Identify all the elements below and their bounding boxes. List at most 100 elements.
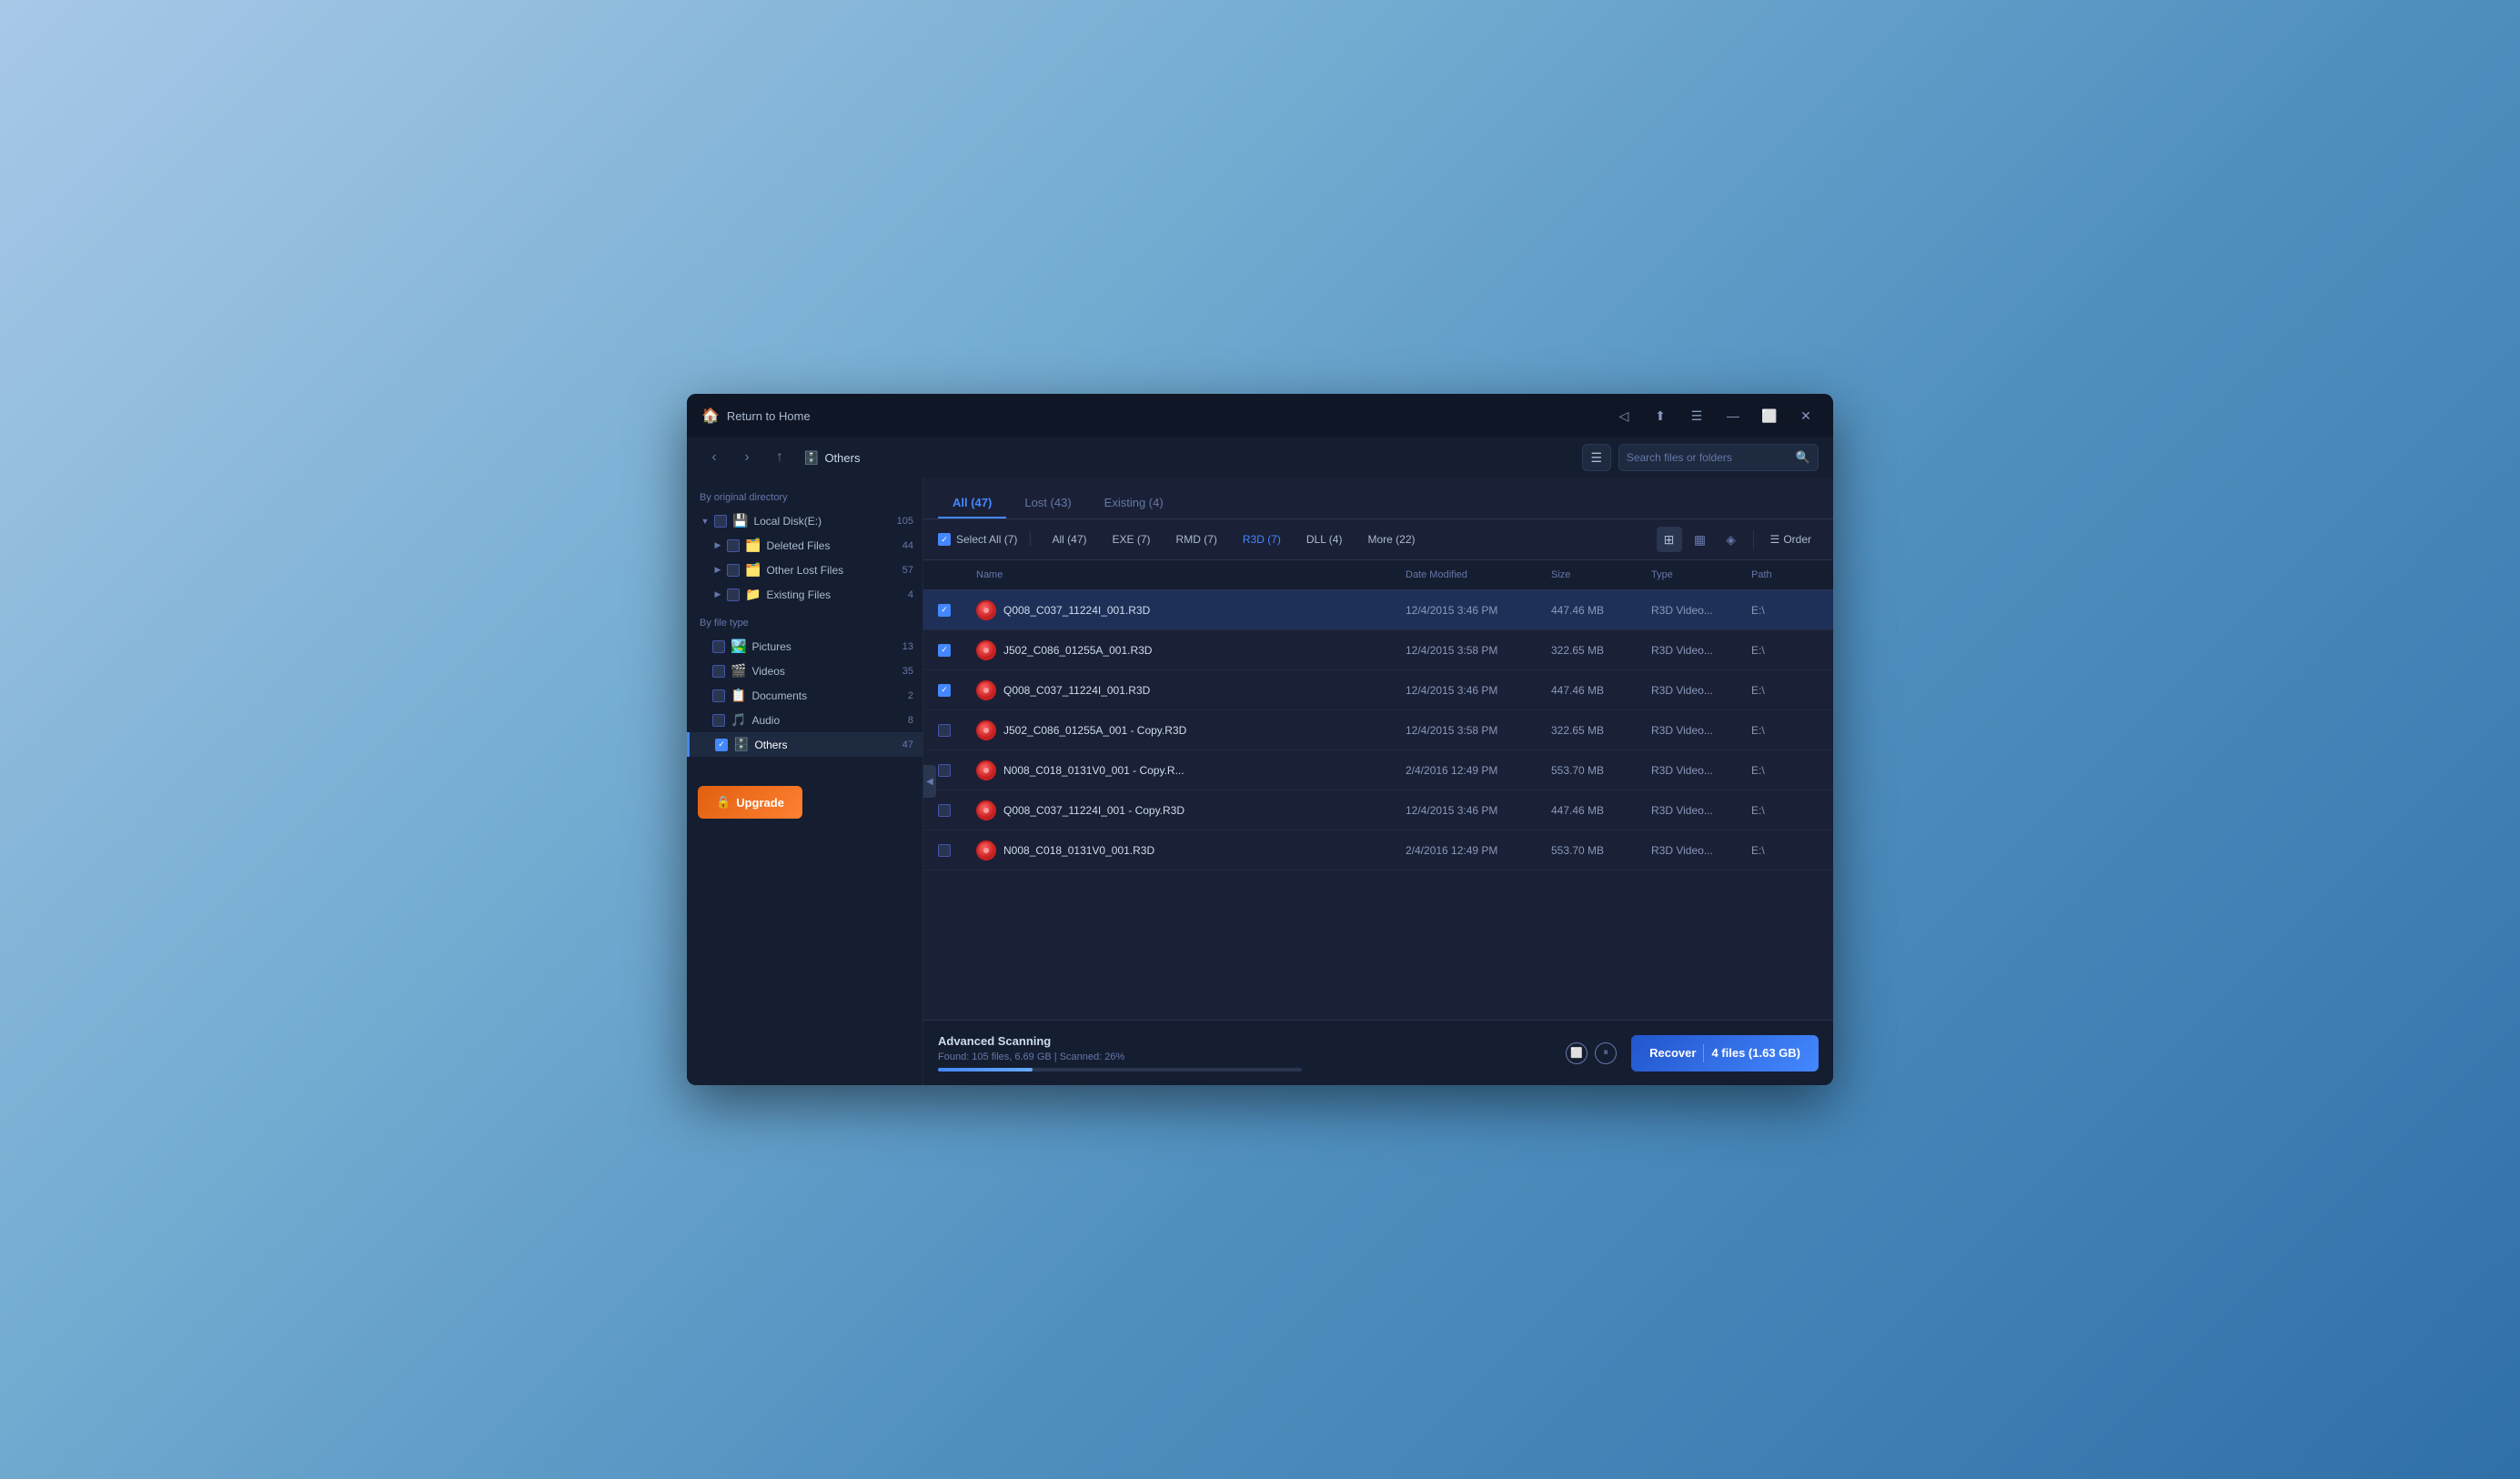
row-type-2: R3D Video... xyxy=(1646,640,1746,660)
expand-arrow-existing: ▶ xyxy=(712,589,723,600)
checkbox-documents[interactable] xyxy=(712,689,725,702)
filter-rmd-btn[interactable]: RMD (7) xyxy=(1167,529,1226,549)
checkbox-other-lost[interactable] xyxy=(727,564,740,577)
table-row[interactable]: Q008_C037_11224I_001.R3D 12/4/2015 3:46 … xyxy=(923,670,1833,710)
existing-icon: 📁 xyxy=(745,587,761,602)
tab-bar: All (47) Lost (43) Existing (4) xyxy=(923,478,1833,519)
sidebar-item-deleted-files[interactable]: ▶ 🗂️ Deleted Files 44 xyxy=(687,533,922,558)
table-row[interactable]: J502_C086_01255A_001.R3D 12/4/2015 3:58 … xyxy=(923,630,1833,670)
nav-location: 🗄️ Others xyxy=(803,450,1575,466)
row-size-6: 447.46 MB xyxy=(1546,800,1646,820)
row-name-3: Q008_C037_11224I_001.R3D xyxy=(971,677,1400,704)
videos-label: Videos xyxy=(751,665,894,678)
menu-icon-btn[interactable]: ☰ xyxy=(1684,403,1709,428)
file-icon-2 xyxy=(976,640,996,660)
filter-more-btn[interactable]: More (22) xyxy=(1358,529,1424,549)
filter-all-btn[interactable]: All (47) xyxy=(1043,529,1096,549)
deleted-files-icon: 🗂️ xyxy=(745,538,761,553)
select-all-control[interactable]: ✓ Select All (7) xyxy=(938,533,1017,546)
scan-stop-btn[interactable]: ⬜ xyxy=(1566,1042,1588,1064)
pictures-label: Pictures xyxy=(751,640,894,653)
checkbox-existing[interactable] xyxy=(727,589,740,601)
tab-lost-label: Lost (43) xyxy=(1024,496,1071,509)
sidebar-item-pictures[interactable]: 🏞️ Pictures 13 xyxy=(687,634,922,659)
nav-forward-btn[interactable]: › xyxy=(734,445,760,470)
file-icon-1 xyxy=(976,600,996,620)
maximize-btn[interactable]: ⬜ xyxy=(1757,403,1782,428)
row-type-5: R3D Video... xyxy=(1646,760,1746,780)
share-icon-btn[interactable]: ⬆ xyxy=(1648,403,1673,428)
panel-collapse-btn[interactable]: ◀ xyxy=(923,765,936,798)
nav-menu-btn[interactable]: ☰ xyxy=(1582,444,1611,471)
file-icon-6 xyxy=(976,800,996,820)
row-checkbox-2[interactable] xyxy=(938,644,951,657)
sidebar-item-documents[interactable]: 📋 Documents 2 xyxy=(687,683,922,708)
progress-bar-wrap xyxy=(938,1068,1302,1072)
table-row[interactable]: N008_C018_0131V0_001 - Copy.R... 2/4/201… xyxy=(923,750,1833,790)
checkbox-videos[interactable] xyxy=(712,665,725,678)
table-row[interactable]: J502_C086_01255A_001 - Copy.R3D 12/4/201… xyxy=(923,710,1833,750)
filter-r3d-btn[interactable]: R3D (7) xyxy=(1234,529,1290,549)
table-header: Name Date Modified Size Type Path xyxy=(923,560,1833,590)
row-date-7: 2/4/2016 12:49 PM xyxy=(1400,840,1546,860)
nav-back-btn[interactable]: ‹ xyxy=(701,445,727,470)
minimize-btn[interactable]: — xyxy=(1720,403,1746,428)
checkbox-pictures[interactable] xyxy=(712,640,725,653)
row-checkbox-3[interactable] xyxy=(938,684,951,697)
row-path-6: E:\ xyxy=(1746,800,1819,820)
local-disk-icon: 💾 xyxy=(732,513,748,528)
order-btn[interactable]: ☰ Order xyxy=(1763,529,1819,549)
title-bar-controls: ◁ ⬆ ☰ — ⬜ ✕ xyxy=(1611,403,1819,428)
row-checkbox-4[interactable] xyxy=(938,724,951,737)
row-checkbox-7[interactable] xyxy=(938,844,951,857)
sidebar-item-existing[interactable]: ▶ 📁 Existing Files 4 xyxy=(687,582,922,607)
table-row[interactable]: Q008_C037_11224I_001.R3D 12/4/2015 3:46 … xyxy=(923,590,1833,630)
row-checkbox-5[interactable] xyxy=(938,764,951,777)
file-table: Name Date Modified Size Type Path Q008_C… xyxy=(923,560,1833,1020)
row-path-1: E:\ xyxy=(1746,600,1819,620)
scan-controls: ⬜ ⏸ xyxy=(1566,1042,1617,1064)
row-path-5: E:\ xyxy=(1746,760,1819,780)
filter-dll-btn[interactable]: DLL (4) xyxy=(1297,529,1352,549)
back-icon-btn[interactable]: ◁ xyxy=(1611,403,1637,428)
other-lost-count: 57 xyxy=(902,565,913,576)
sidebar-item-local-disk[interactable]: ▼ 💾 Local Disk(E:) 105 xyxy=(687,508,922,533)
filter-exe-btn[interactable]: EXE (7) xyxy=(1104,529,1160,549)
view-tag-btn[interactable]: ◈ xyxy=(1719,527,1744,552)
progress-bar-fill xyxy=(938,1068,1033,1072)
scanning-stats: Found: 105 files, 6.69 GB | Scanned: 26% xyxy=(938,1051,1551,1062)
tab-lost[interactable]: Lost (43) xyxy=(1010,488,1085,518)
row-checkbox-6[interactable] xyxy=(938,804,951,817)
filter-bar: ✓ Select All (7) | All (47) EXE (7) RMD … xyxy=(923,519,1833,560)
checkbox-deleted[interactable] xyxy=(727,539,740,552)
nav-up-btn[interactable]: ↑ xyxy=(767,445,792,470)
upgrade-button[interactable]: 🔒 Upgrade xyxy=(698,786,802,819)
sidebar-item-others[interactable]: 🗄️ Others 47 xyxy=(687,732,922,757)
file-icon-7 xyxy=(976,840,996,860)
others-count: 47 xyxy=(902,740,913,750)
section-original-dir-label: By original directory xyxy=(687,488,922,508)
expand-arrow-deleted: ▶ xyxy=(712,540,723,551)
sidebar-item-audio[interactable]: 🎵 Audio 8 xyxy=(687,708,922,732)
close-btn[interactable]: ✕ xyxy=(1793,403,1819,428)
tab-all[interactable]: All (47) xyxy=(938,488,1006,518)
select-all-checkbox[interactable]: ✓ xyxy=(938,533,951,546)
scan-pause-btn[interactable]: ⏸ xyxy=(1595,1042,1617,1064)
table-row[interactable]: Q008_C037_11224I_001 - Copy.R3D 12/4/201… xyxy=(923,790,1833,830)
sidebar-item-videos[interactable]: 🎬 Videos 35 xyxy=(687,659,922,683)
checkbox-audio[interactable] xyxy=(712,714,725,727)
table-row[interactable]: N008_C018_0131V0_001.R3D 2/4/2016 12:49 … xyxy=(923,830,1833,870)
tab-existing-label: Existing (4) xyxy=(1104,496,1164,509)
search-input[interactable] xyxy=(1627,451,1790,464)
view-grid-btn[interactable]: ⊞ xyxy=(1657,527,1682,552)
row-path-2: E:\ xyxy=(1746,640,1819,660)
row-checkbox-1[interactable] xyxy=(938,604,951,617)
tab-existing[interactable]: Existing (4) xyxy=(1090,488,1178,518)
row-size-5: 553.70 MB xyxy=(1546,760,1646,780)
checkbox-others[interactable] xyxy=(715,739,728,751)
sidebar-item-other-lost[interactable]: ▶ 🗂️ Other Lost Files 57 xyxy=(687,558,922,582)
recover-button[interactable]: Recover 4 files (1.63 GB) xyxy=(1631,1035,1819,1072)
checkbox-local-disk[interactable] xyxy=(714,515,727,528)
view-list-btn[interactable]: ▦ xyxy=(1688,527,1713,552)
row-type-3: R3D Video... xyxy=(1646,680,1746,700)
